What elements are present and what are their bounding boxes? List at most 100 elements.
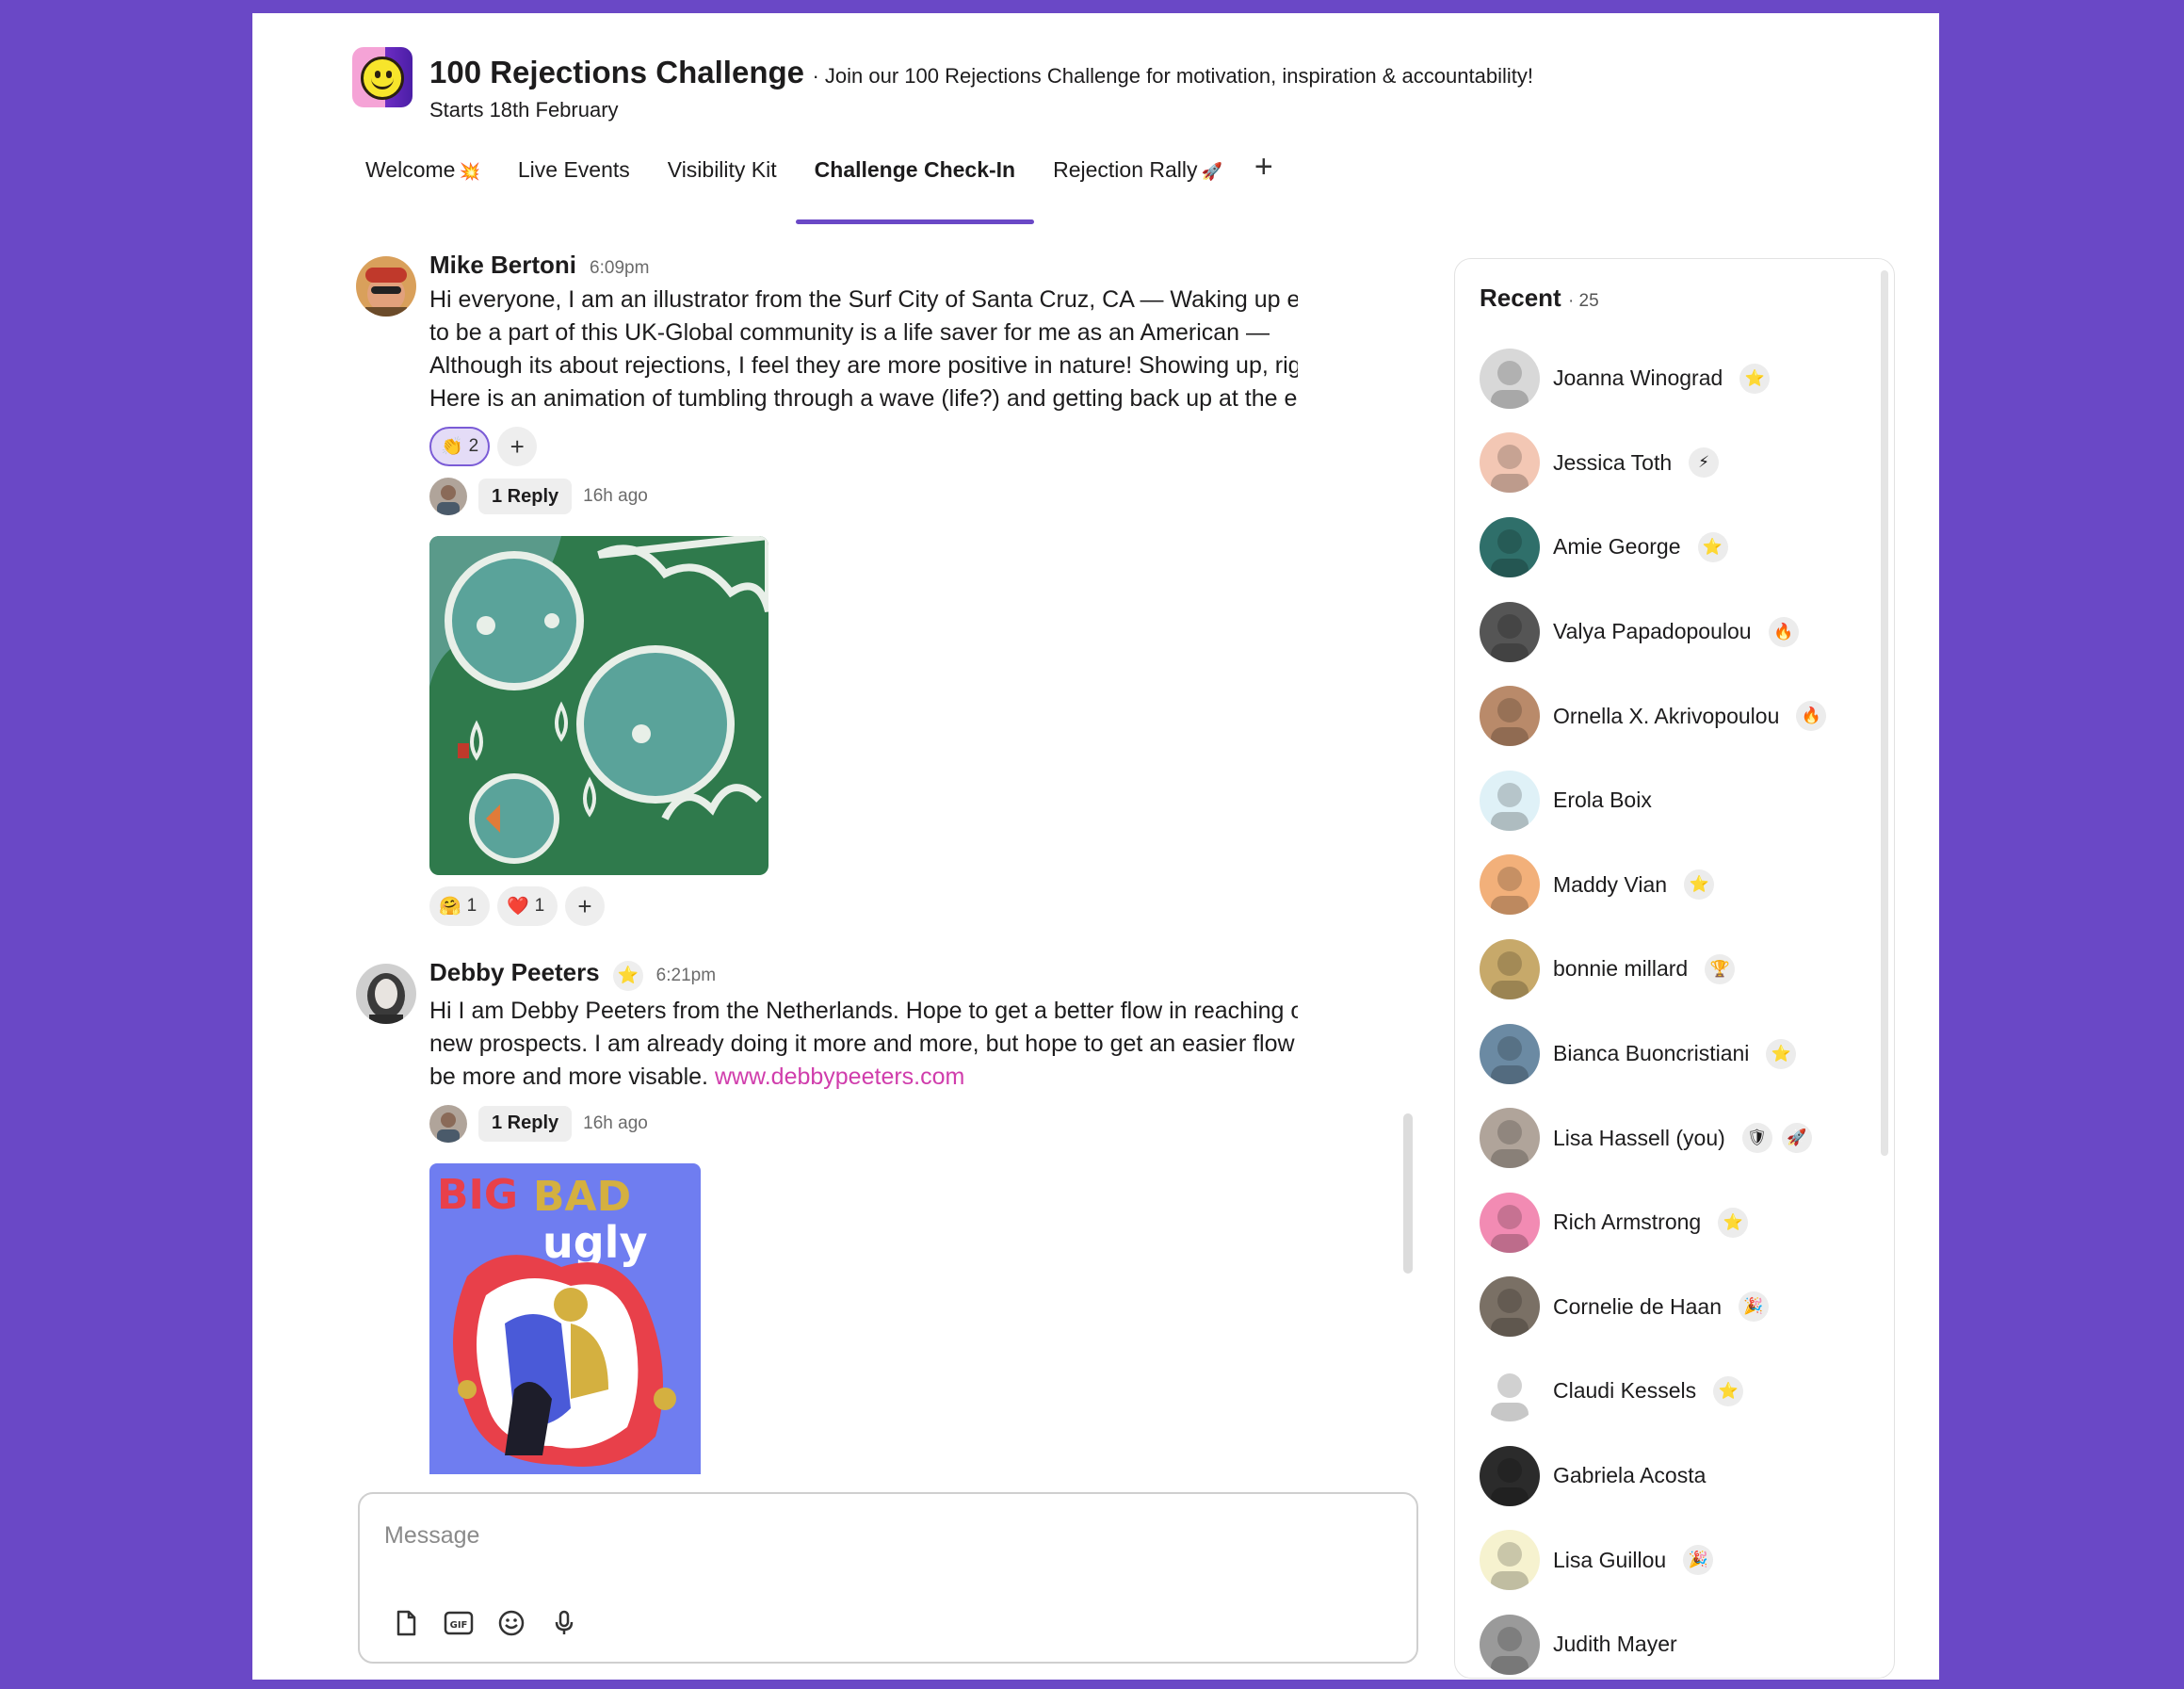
message-time: 6:21pm [655,966,717,985]
message-body: Hi everyone, I am an illustrator from th… [429,286,1298,412]
member-badges: ⭐ [1694,531,1728,562]
member-name: bonnie millard [1553,956,1689,982]
avatar [1480,1023,1540,1084]
member-item[interactable]: Joanna Winograd ⭐ [1480,336,1875,421]
member-name: Bianca Buoncristiani [1553,1041,1750,1066]
space-tagline: · Join our 100 Rejections Challenge for … [812,64,1533,88]
message-feed[interactable]: Mike Bertoni 6:09pm Hi everyone, I am an… [356,235,1298,1502]
composer-toolbar: GIF [390,1607,580,1639]
badge-icon: ⭐ [1684,869,1715,901]
member-badges: 🔥 [1792,701,1827,732]
heart-reaction[interactable]: ❤️ 1 [497,886,558,926]
member-name: Lisa Guillou [1553,1547,1667,1572]
badge-icon: 🛡 [1741,1123,1772,1154]
member-item[interactable]: bonnie millard 🏆 [1480,927,1875,1012]
badge-icon: ⭐ [1718,1207,1749,1238]
recent-heading: Recent · 25 [1480,284,1599,312]
member-item[interactable]: Ornella X. Akrivopoulou 🔥 [1480,674,1875,758]
reply-time: 16h ago [583,486,648,506]
avatar [1480,770,1540,831]
message-composer[interactable]: Message GIF [358,1492,1418,1664]
reaction-bar: 👏 2 + [429,427,1298,466]
space-start-date: Starts 18th February [429,98,619,122]
member-item[interactable]: Gabriela Acosta [1480,1434,1875,1518]
member-item[interactable]: Judith Mayer [1480,1602,1875,1678]
badge-icon: 🔥 [1768,616,1799,647]
member-item[interactable]: Erola Boix [1480,758,1875,843]
avatar [1480,601,1540,662]
author-name[interactable]: Debby Peeters [429,958,600,987]
member-item[interactable]: Maddy Vian ⭐ [1480,843,1875,928]
microphone-icon[interactable] [548,1607,580,1639]
member-item[interactable]: Bianca Buoncristiani ⭐ [1480,1012,1875,1096]
avatar[interactable] [356,964,416,1024]
add-tab-button[interactable]: + [1241,151,1286,183]
member-name: Claudi Kessels [1553,1378,1697,1404]
member-badges: ⭐ [1680,869,1715,901]
add-reaction-button[interactable]: + [497,427,538,466]
member-item[interactable]: Rich Armstrong ⭐ [1480,1180,1875,1265]
member-name: Judith Mayer [1553,1632,1677,1657]
member-name: Erola Boix [1553,788,1652,813]
avatar [1480,432,1540,494]
member-badges: ⭐ [1762,1038,1797,1069]
recent-count: 25 [1578,291,1599,311]
member-badges: ⚡ [1685,447,1720,479]
recent-title: Recent [1480,284,1561,312]
member-item[interactable]: Lisa Guillou 🎉 [1480,1518,1875,1602]
tab-rejection-rally[interactable]: Rejection Rally 🚀 [1034,151,1241,224]
avatar [1480,854,1540,916]
message-header: Mike Bertoni 6:09pm [429,251,1298,280]
avatar [1480,1108,1540,1169]
smiley-face-icon[interactable] [352,47,413,107]
member-name: Gabriela Acosta [1553,1463,1707,1488]
hug-icon: 🤗 [439,897,461,917]
svg-text:ugly: ugly [542,1217,647,1268]
member-name: Cornelie de Haan [1553,1293,1723,1319]
image-attachment[interactable]: BIG BAD ugly [429,1162,701,1474]
message-input[interactable]: Message [384,1522,479,1550]
badge-icon: ⭐ [1713,1375,1744,1406]
author-name[interactable]: Mike Bertoni [429,251,576,280]
avatar [1480,1445,1540,1506]
file-icon[interactable] [390,1607,422,1639]
image-attachment[interactable] [429,536,768,875]
reply-row: 1 Reply 16h ago [429,1104,1298,1143]
recent-scrollbar[interactable] [1881,270,1888,1156]
recent-members-list: Joanna Winograd ⭐ Jessica Toth ⚡ Amie George… [1480,336,1875,1678]
feed-scrollbar[interactable] [1403,1113,1413,1274]
hug-reaction[interactable]: 🤗 1 [429,886,490,926]
reply-button[interactable]: 1 Reply [478,1105,573,1142]
member-item[interactable]: Cornelie de Haan 🎉 [1480,1265,1875,1350]
gif-icon[interactable]: GIF [443,1607,475,1639]
member-badges: 🛡 🚀 [1739,1123,1812,1154]
add-reaction-button[interactable]: + [565,886,605,926]
emoji-icon[interactable] [495,1607,527,1639]
badge-icon: 🔥 [1796,701,1827,732]
title-row: 100 Rejections Challenge · Join our 100 … [429,55,1533,90]
message-time: 6:09pm [590,258,650,278]
tab-visibility-kit[interactable]: Visibility Kit [649,151,796,224]
website-link[interactable]: www.debbypeeters.com [715,1064,964,1090]
member-item[interactable]: Amie George ⭐ [1480,505,1875,590]
reaction-count: 1 [466,896,477,916]
member-badges: ⭐ [1709,1375,1744,1406]
member-item[interactable]: Claudi Kessels ⭐ [1480,1349,1875,1434]
member-item[interactable]: Valya Papadopoulou 🔥 [1480,590,1875,674]
avatar [1480,938,1540,999]
badge-icon: 🎉 [1683,1545,1714,1576]
tab-welcome[interactable]: Welcome 💥 [347,151,499,224]
reaction-count: 2 [468,436,479,456]
avatar [1480,1530,1540,1591]
clap-reaction[interactable]: 👏 2 [429,427,491,466]
member-item[interactable]: Lisa Hassell (you) 🛡 🚀 [1480,1096,1875,1180]
tab-challenge-check-in[interactable]: Challenge Check-In [795,151,1035,224]
heart-icon: ❤️ [507,897,529,917]
tab-live-events[interactable]: Live Events [499,151,649,224]
reply-button[interactable]: 1 Reply [478,479,573,514]
avatar [1480,1614,1540,1675]
member-item[interactable]: Jessica Toth ⚡ [1480,421,1875,506]
app-window: 100 Rejections Challenge · Join our 100 … [252,13,1939,1680]
clap-icon: 👏 [441,437,463,457]
avatar[interactable] [356,256,416,317]
